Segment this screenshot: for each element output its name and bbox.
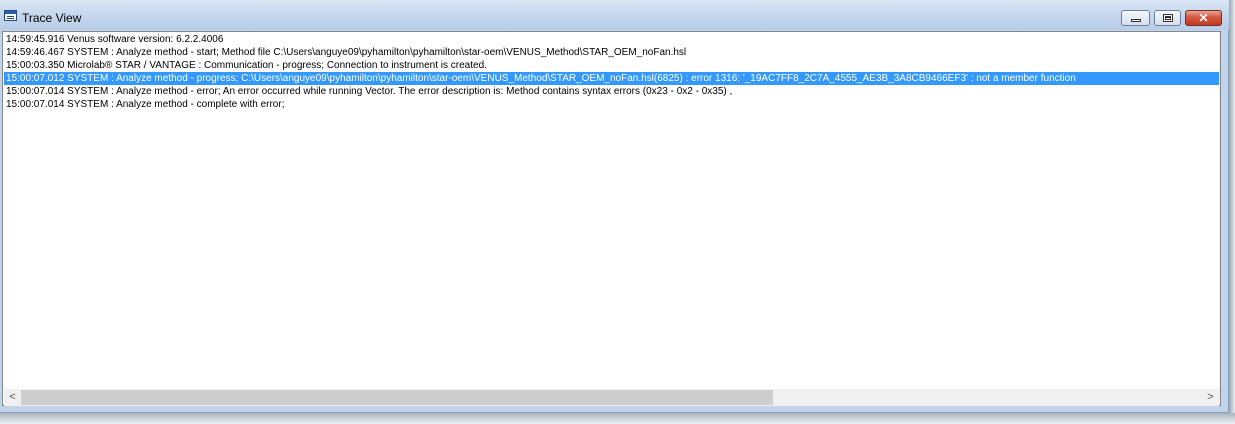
log-line-selected[interactable]: 15:00:07.012 SYSTEM : Analyze method - p…: [4, 72, 1219, 85]
maximize-button[interactable]: [1154, 10, 1181, 26]
log-line[interactable]: 15:00:07.014 SYSTEM : Analyze method - e…: [4, 85, 1219, 98]
log-line[interactable]: 15:00:07.014 SYSTEM : Analyze method - c…: [4, 98, 1219, 111]
scroll-left-icon[interactable]: <: [4, 389, 21, 406]
log-line[interactable]: 14:59:45.916 Venus software version: 6.2…: [4, 33, 1219, 46]
log-line[interactable]: 15:00:03.350 Microlab® STAR / VANTAGE : …: [4, 59, 1219, 72]
window-shadow: [0, 413, 1235, 424]
close-icon: ✕: [1198, 11, 1209, 25]
trace-log-panel: 14:59:45.916 Venus software version: 6.2…: [2, 31, 1221, 406]
log-line[interactable]: 14:59:46.467 SYSTEM : Analyze method - s…: [4, 46, 1219, 59]
close-button[interactable]: ✕: [1185, 10, 1222, 26]
scroll-right-icon[interactable]: >: [1202, 389, 1219, 406]
minimize-icon: [1131, 19, 1141, 22]
restore-icon: [1163, 14, 1173, 22]
window-shadow: [1229, 0, 1235, 424]
vertical-scroll-track[interactable]: [1219, 32, 1220, 405]
trace-view-window: Trace View ✕ 14:59:45.916 Venus software…: [0, 0, 1229, 413]
trace-log-list[interactable]: 14:59:45.916 Venus software version: 6.2…: [4, 33, 1219, 390]
app-window-icon[interactable]: [4, 10, 17, 21]
title-bar[interactable]: Trace View ✕: [0, 0, 1229, 30]
scroll-thumb[interactable]: [21, 390, 773, 405]
window-title: Trace View: [22, 11, 82, 25]
minimize-button[interactable]: [1121, 10, 1150, 26]
horizontal-scrollbar[interactable]: < >: [4, 389, 1219, 406]
